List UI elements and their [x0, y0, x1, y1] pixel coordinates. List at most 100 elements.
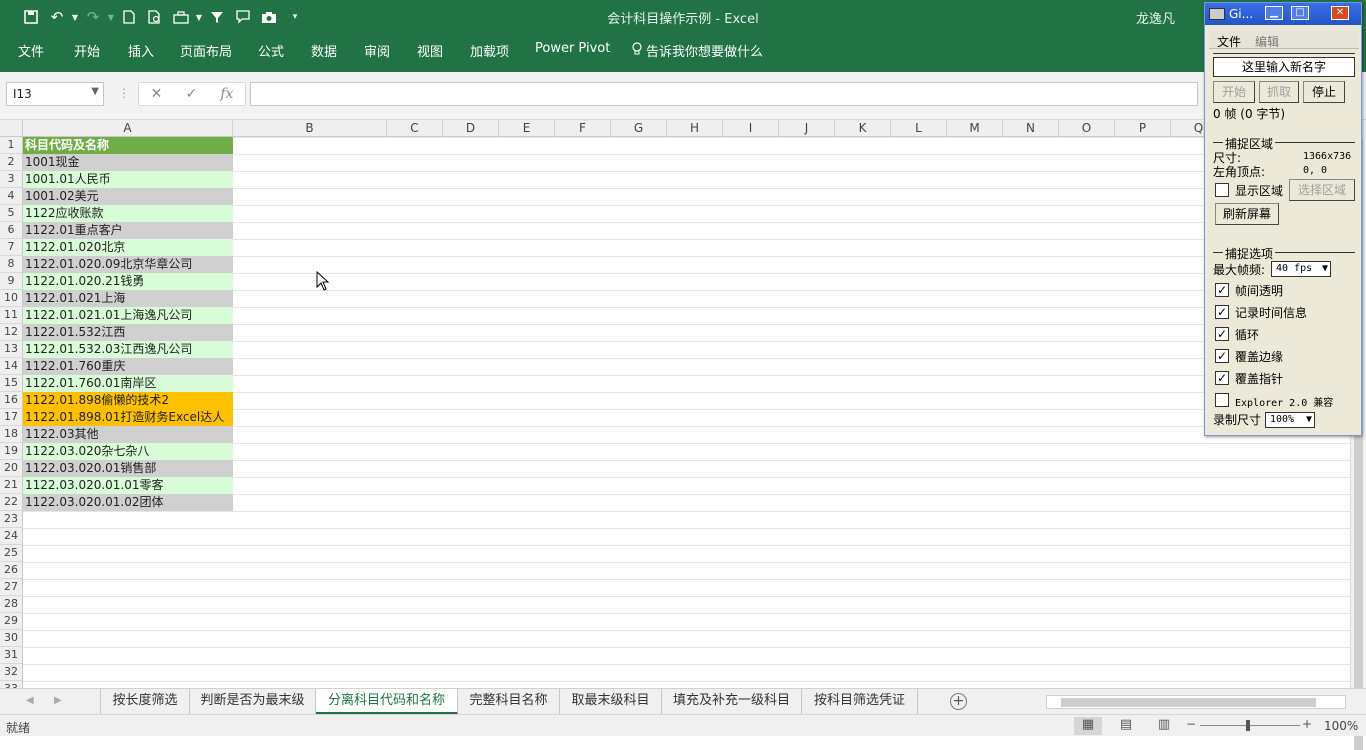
account-cell[interactable]: 1122.01.760.01南岸区: [23, 375, 233, 392]
account-cell[interactable]: 1122.01.898.01打造财务Excel达人: [23, 409, 233, 426]
zoom-slider-thumb[interactable]: [1246, 720, 1250, 731]
row-header[interactable]: 9: [0, 273, 23, 290]
capture-button[interactable]: 抓取: [1259, 81, 1299, 103]
column-header-o[interactable]: O: [1059, 120, 1115, 137]
zoom-out-button[interactable]: −: [1186, 717, 1196, 731]
sheet-tab[interactable]: 判断是否为最末级: [190, 689, 316, 714]
account-cell[interactable]: 1122.01.021.01上海逸凡公司: [23, 307, 233, 324]
account-cell[interactable]: 1122.03.020.01.02团体: [23, 494, 233, 511]
row-header[interactable]: 7: [0, 239, 23, 256]
row-header[interactable]: 22: [0, 494, 23, 511]
horizontal-scrollbar[interactable]: [1046, 695, 1346, 709]
tab-power-pivot[interactable]: Power Pivot: [535, 41, 610, 56]
option-checkbox[interactable]: ✓: [1215, 327, 1229, 341]
row-header[interactable]: 11: [0, 307, 23, 324]
sheet-tab[interactable]: 填充及补充一级科目: [662, 689, 802, 714]
sheet-tab[interactable]: 分离科目代码和名称: [316, 689, 458, 714]
row-header[interactable]: 29: [0, 613, 23, 630]
stop-button[interactable]: 停止: [1303, 81, 1345, 103]
insert-function-icon[interactable]: fx: [220, 86, 233, 102]
row-header[interactable]: 1: [0, 137, 23, 154]
account-cell[interactable]: 1122应收账款: [23, 205, 233, 222]
account-cell[interactable]: 1122.03其他: [23, 426, 233, 443]
select-area-button[interactable]: 选择区域: [1289, 179, 1355, 201]
column-header-h[interactable]: H: [667, 120, 723, 137]
option-checkbox[interactable]: ✓: [1215, 283, 1229, 297]
zoom-in-button[interactable]: +: [1302, 717, 1312, 731]
row-header[interactable]: 18: [0, 426, 23, 443]
account-cell[interactable]: 1122.01重点客户: [23, 222, 233, 239]
column-header-e[interactable]: E: [499, 120, 555, 137]
row-header[interactable]: 19: [0, 443, 23, 460]
page-layout-view-icon[interactable]: ▤: [1112, 717, 1140, 735]
row-header[interactable]: 17: [0, 409, 23, 426]
row-header[interactable]: 14: [0, 358, 23, 375]
row-header[interactable]: 13: [0, 341, 23, 358]
close-icon[interactable]: ✕: [1331, 6, 1349, 20]
gif-menu-edit[interactable]: 编辑: [1255, 33, 1279, 50]
row-header[interactable]: 25: [0, 545, 23, 562]
option-checkbox[interactable]: ✓: [1215, 371, 1229, 385]
maximize-icon[interactable]: □: [1291, 6, 1309, 20]
row-header[interactable]: 26: [0, 562, 23, 579]
enter-icon[interactable]: ✓: [185, 86, 197, 102]
row-header[interactable]: 16: [0, 392, 23, 409]
tab-review[interactable]: 审阅: [364, 41, 390, 60]
horizontal-scroll-thumb[interactable]: [1061, 698, 1316, 707]
row-header[interactable]: 10: [0, 290, 23, 307]
tab-formulas[interactable]: 公式: [258, 41, 284, 60]
gif-menu-file[interactable]: 文件: [1217, 33, 1241, 50]
account-cell[interactable]: 1122.01.532江西: [23, 324, 233, 341]
sheet-tab[interactable]: 完整科目名称: [458, 689, 560, 714]
tab-scroll-left-icon[interactable]: ◀: [26, 695, 34, 706]
max-fps-select[interactable]: 40 fps ▼: [1271, 261, 1331, 277]
sheet-tab[interactable]: 取最末级科目: [560, 689, 662, 714]
tab-file[interactable]: 文件: [18, 41, 44, 60]
row-header[interactable]: 28: [0, 596, 23, 613]
account-cell[interactable]: 1122.01.760重庆: [23, 358, 233, 375]
column-header-p[interactable]: P: [1115, 120, 1171, 137]
row-header[interactable]: 20: [0, 460, 23, 477]
row-header[interactable]: 3: [0, 171, 23, 188]
option-checkbox[interactable]: [1215, 393, 1229, 407]
page-break-view-icon[interactable]: ▥: [1150, 717, 1178, 735]
account-cell[interactable]: 1122.01.020.09北京华章公司: [23, 256, 233, 273]
chevron-down-icon[interactable]: ▼: [91, 86, 99, 97]
tab-insert[interactable]: 插入: [128, 41, 154, 60]
tab-add-ins[interactable]: 加载项: [470, 41, 509, 60]
account-cell[interactable]: 1122.01.020北京: [23, 239, 233, 256]
column-header-b[interactable]: B: [233, 120, 387, 137]
sheet-tab[interactable]: 按长度筛选: [100, 689, 190, 714]
row-header[interactable]: 15: [0, 375, 23, 392]
cancel-icon[interactable]: ✕: [151, 86, 163, 102]
select-all-corner[interactable]: [0, 120, 23, 137]
start-button[interactable]: 开始: [1213, 81, 1255, 103]
column-header-j[interactable]: J: [779, 120, 835, 137]
row-header[interactable]: 32: [0, 664, 23, 681]
column-header-f[interactable]: F: [555, 120, 611, 137]
tab-home[interactable]: 开始: [74, 41, 100, 60]
account-cell[interactable]: 1001.01人民币: [23, 171, 233, 188]
gif-name-input[interactable]: 这里输入新名字: [1213, 57, 1355, 77]
record-size-select[interactable]: 100% ▼: [1265, 412, 1315, 428]
formula-input[interactable]: [250, 82, 1198, 106]
account-cell[interactable]: 1122.01.020.21钱勇: [23, 273, 233, 290]
column-header-n[interactable]: N: [1003, 120, 1059, 137]
column-header-i[interactable]: I: [723, 120, 779, 137]
normal-view-icon[interactable]: ▦: [1074, 717, 1102, 735]
row-header[interactable]: 8: [0, 256, 23, 273]
add-sheet-button[interactable]: +: [950, 693, 967, 710]
tab-data[interactable]: 数据: [311, 41, 337, 60]
account-cell[interactable]: 1122.01.532.03江西逸凡公司: [23, 341, 233, 358]
row-header[interactable]: 6: [0, 222, 23, 239]
row-header[interactable]: 24: [0, 528, 23, 545]
sheet-tab[interactable]: 按科目筛选凭证: [802, 689, 918, 714]
show-area-checkbox[interactable]: [1215, 183, 1229, 197]
column-header-c[interactable]: C: [387, 120, 443, 137]
row-header[interactable]: 21: [0, 477, 23, 494]
column-header-a[interactable]: A: [23, 120, 233, 137]
row-header[interactable]: 33: [0, 681, 23, 688]
tell-me-box[interactable]: 告诉我你想要做什么: [632, 41, 763, 60]
row-header[interactable]: 2: [0, 154, 23, 171]
account-cell[interactable]: 1122.03.020.01.01零客: [23, 477, 233, 494]
